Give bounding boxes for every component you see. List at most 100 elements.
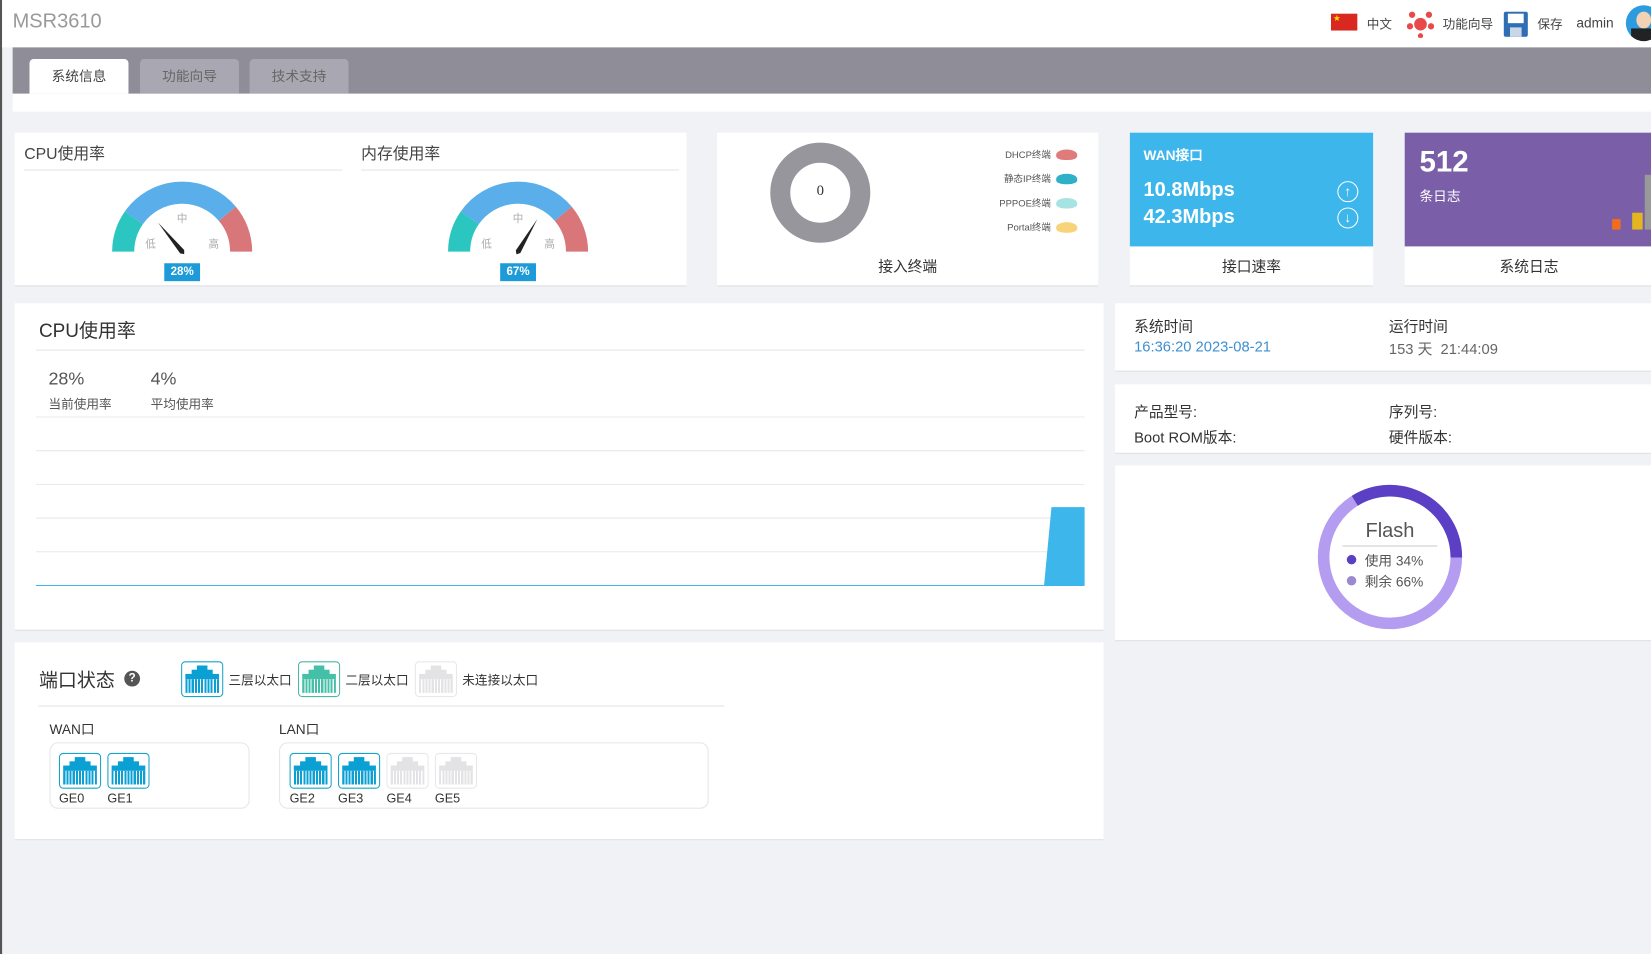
wizard-icon[interactable] [1406, 11, 1435, 38]
uptime-label: 运行时间 [1388, 318, 1448, 335]
flash-free-label: 剩余 66% [1364, 573, 1424, 590]
wizard-link[interactable]: 功能向导 [1443, 15, 1494, 33]
flash-free-legend: 剩余 66% [1346, 571, 1424, 591]
cpu-area-series [35, 507, 1085, 586]
wan-down-rate: 42.3Mbps [1143, 206, 1235, 229]
port-ge2[interactable]: GE2 [289, 752, 332, 808]
port-legend-label: 未连接以太口 [462, 672, 539, 688]
serial-label: 序列号: [1388, 403, 1438, 421]
gauge-segment [448, 211, 480, 253]
port-legend-label: 三层以太口 [228, 672, 292, 688]
ethernet-port-icon[interactable] [289, 752, 332, 789]
gauge-value-badge: 67% [500, 263, 536, 282]
lan-ports-group: GE2 GE3 GE4 GE5 [279, 742, 709, 809]
wan-rate-panel[interactable]: WAN接口 10.8Mbps 42.3Mbps ↑ ↓ 接口速率 [1129, 132, 1374, 287]
log-bar [1644, 174, 1651, 230]
flash-used-legend: 使用 34% [1346, 550, 1423, 570]
gauge-mid-label: 中 [513, 212, 524, 225]
ethernet-port-icon[interactable] [338, 752, 381, 789]
uptime-value: 153 天 21:44:09 [1388, 340, 1498, 357]
port-status-panel: 端口状态 ? 三层以太口 二层以太口 未连接以太口 WAN口 LAN口 GE0 … [14, 642, 1104, 841]
tab-system-info[interactable]: 系统信息 [29, 58, 129, 94]
cpu-chart-title: CPU使用率 [38, 320, 136, 342]
gauge-value-badge: 28% [164, 263, 201, 282]
average-usage-value: 4% [150, 368, 177, 389]
gauge-low-label: 低 [145, 237, 156, 250]
port-legend-l3-icon[interactable] [181, 661, 224, 698]
cpu-area-chart [35, 416, 1085, 586]
device-title: MSR3610 [12, 10, 102, 33]
port-ge1[interactable]: GE1 [107, 752, 150, 808]
china-flag-icon[interactable]: ★ [1330, 13, 1358, 31]
port-legend-l2-icon[interactable] [298, 661, 341, 698]
port-name: GE4 [386, 790, 412, 806]
flash-title: Flash [1342, 520, 1438, 547]
legend-item[interactable]: Portal终端 [949, 215, 1078, 239]
legend-swatch-icon [1056, 221, 1078, 233]
current-usage-value: 28% [48, 368, 85, 389]
gauge-low-label: 低 [481, 237, 492, 250]
port-name: GE5 [434, 790, 461, 806]
gauge-high-label: 高 [208, 237, 219, 250]
wan-up-rate: 10.8Mbps [1143, 179, 1235, 202]
main-nav: 系统信息 功能向导 技术支持 [12, 47, 1651, 94]
tab-tech-support[interactable]: 技术支持 [249, 58, 349, 94]
upload-arrow-icon: ↑ [1337, 181, 1359, 203]
port-name: GE1 [107, 790, 133, 806]
wan-title: WAN接口 [1143, 147, 1203, 164]
lan-ports-label: LAN口 [279, 721, 320, 738]
save-button[interactable]: 保存 [1537, 15, 1562, 33]
wan-ports-label: WAN口 [49, 721, 95, 738]
gauge-mid-label: 中 [177, 212, 188, 225]
gauge-segment [554, 206, 589, 253]
port-ge5[interactable]: GE5 [434, 752, 478, 808]
port-name: GE3 [338, 790, 364, 806]
legend-label: DHCP终端 [1005, 149, 1051, 161]
legend-item[interactable]: 静态IP终端 [949, 166, 1078, 190]
system-time-panel: 系统时间 16:36:20 2023-08-21 运行时间 153 天 21:4… [1115, 303, 1651, 372]
avatar[interactable] [1625, 5, 1651, 42]
terminals-legend: DHCP终端静态IP终端 PPPOE终端 Portal终端 [949, 142, 1078, 239]
top-header: MSR3610 ★ 中文 功能向导 保存 admin [2, 0, 1651, 48]
used-dot [1346, 554, 1357, 565]
bootrom-label: Boot ROM版本: [1134, 428, 1237, 446]
usage-gauges-panel: CPU使用率低中高 28% 内存使用率低中高 67% [14, 132, 687, 287]
ethernet-port-icon[interactable] [386, 752, 429, 789]
port-ge3[interactable]: GE3 [338, 752, 381, 808]
gauge-high-label: 高 [544, 237, 555, 250]
system-log-panel[interactable]: 512 条日志 系统日志 [1404, 132, 1651, 287]
log-count: 512 [1419, 145, 1469, 178]
memory-gauge: 内存使用率低中高 67% [351, 133, 687, 287]
log-bar [1612, 219, 1621, 230]
tab-wizard[interactable]: 功能向导 [140, 58, 240, 94]
gauge-segment [218, 206, 253, 253]
legend-swatch-icon [1056, 173, 1078, 184]
gauge-segment [112, 211, 144, 253]
terminals-panel: 0 DHCP终端 静态IP终端 PPPOE终端 Portal终端 接入终端 [717, 132, 1099, 287]
legend-label: PPPOE终端 [999, 197, 1051, 209]
port-name: GE0 [58, 790, 85, 806]
language-link[interactable]: 中文 [1367, 15, 1392, 33]
legend-swatch-icon [1056, 197, 1078, 208]
port-legend-down-icon[interactable] [414, 661, 458, 698]
help-icon[interactable]: ? [124, 670, 141, 687]
ethernet-port-icon[interactable] [58, 752, 102, 789]
cpu-gauge: CPU使用率低中高 28% [15, 133, 351, 287]
wan-caption: 接口速率 [1222, 257, 1281, 275]
port-name: GE2 [289, 790, 315, 806]
ethernet-port-icon[interactable] [107, 752, 150, 789]
legend-item[interactable]: DHCP终端 [949, 142, 1078, 166]
cpu-usage-chart-panel: CPU使用率 28% 当前使用率 4% 平均使用率 [14, 303, 1104, 631]
legend-swatch-icon [1056, 148, 1078, 160]
port-ge0[interactable]: GE0 [58, 752, 102, 808]
system-time-value: 16:36:20 2023-08-21 [1134, 338, 1271, 355]
port-ge4[interactable]: GE4 [386, 752, 429, 808]
ethernet-port-icon[interactable] [434, 752, 478, 789]
download-arrow-icon: ↓ [1337, 207, 1359, 229]
port-legend-label: 二层以太口 [345, 672, 409, 688]
port-status-title: 端口状态 [38, 669, 115, 691]
user-name[interactable]: admin [1576, 15, 1613, 31]
save-icon[interactable] [1503, 11, 1528, 37]
hardware-label: 硬件版本: [1388, 428, 1452, 446]
legend-item[interactable]: PPPOE终端 [949, 191, 1078, 215]
